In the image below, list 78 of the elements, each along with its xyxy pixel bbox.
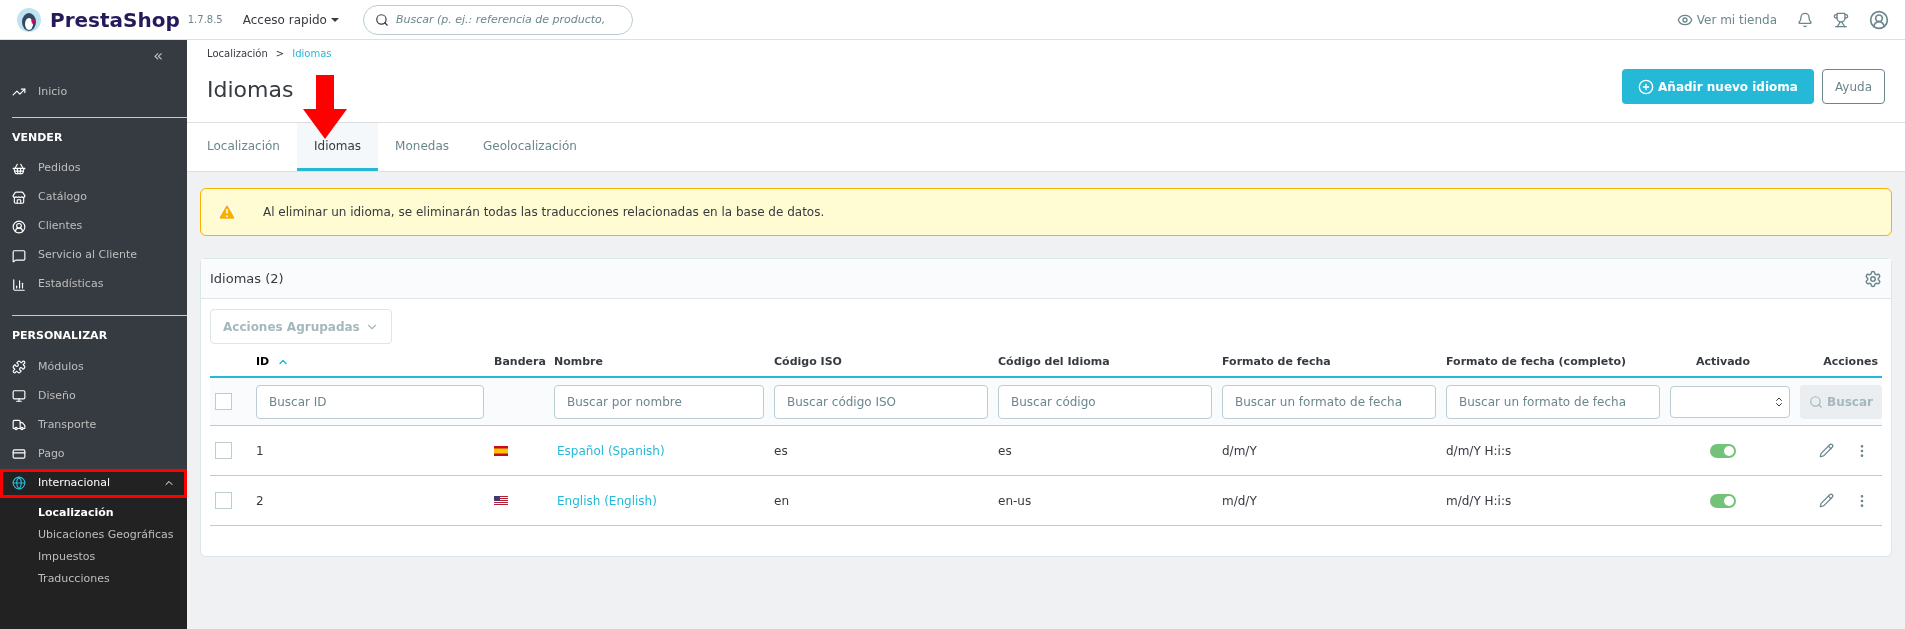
column-header[interactable]: Activado — [1670, 353, 1800, 371]
column-header[interactable]: Formato de fecha (completo) — [1446, 353, 1670, 371]
view-store-link[interactable]: Ver mi tienda — [1676, 10, 1777, 29]
page-title: Idiomas — [207, 76, 295, 104]
active-toggle[interactable] — [1710, 493, 1736, 508]
column-header[interactable]: Bandera — [494, 353, 554, 371]
submenu-item[interactable]: Traducciones — [0, 567, 187, 590]
section-heading: VENDER — [11, 129, 64, 146]
penguin-logo-icon — [16, 6, 42, 33]
card-title: Idiomas (2) — [210, 269, 284, 288]
filter-field[interactable]: Buscar un formato de fecha — [1222, 384, 1436, 419]
filter-field[interactable]: Buscar un formato de fecha — [1446, 384, 1660, 419]
column-header[interactable]: Formato de fecha — [1222, 353, 1446, 371]
edit-icon[interactable] — [1819, 442, 1834, 458]
column-header[interactable]: Acciones — [1800, 353, 1882, 371]
iso-code-cell-text: en — [774, 492, 790, 510]
notifications-icon[interactable] — [1797, 11, 1813, 28]
date-format-cell-text: d/m/Y — [1222, 442, 1258, 460]
nav-item[interactable]: Servicio al Cliente — [0, 241, 187, 270]
iso-code-cell-text: es — [774, 442, 789, 460]
warning-alert: Al eliminar un idioma, se eliminarán todas las traducciones relacionadas en la base de datos. — [200, 188, 1892, 236]
quick-access-dropdown[interactable]: Acceso rapido — [242, 10, 339, 29]
help-button[interactable]: Ayuda — [1821, 69, 1885, 104]
filter-field[interactable]: Buscar ID — [256, 384, 484, 419]
usa-flag-icon — [494, 495, 508, 506]
trophy-icon[interactable] — [1833, 11, 1849, 28]
nav-item[interactable]: Módulos — [0, 352, 187, 382]
filter-field[interactable]: Buscar código — [998, 384, 1212, 419]
nav-item[interactable]: Catálogo — [0, 183, 187, 212]
id-cell-text: 2 — [256, 492, 265, 510]
collapse-button[interactable]: « — [153, 44, 163, 68]
submenu-item[interactable]: Ubicaciones Geográficas — [0, 523, 187, 546]
filter-field[interactable]: Buscar código ISO — [774, 384, 988, 419]
spain-flag-icon — [494, 445, 508, 456]
submenu-item[interactable]: Impuestos — [0, 545, 187, 568]
tab[interactable]: Geolocalización — [466, 123, 594, 171]
column-header[interactable]: Código ISO — [774, 353, 998, 371]
column-header[interactable]: ID — [256, 353, 494, 371]
search-icon — [1809, 394, 1823, 409]
column-header[interactable]: Código del Idioma — [998, 353, 1222, 371]
nav-item[interactable]: Inicio — [38, 84, 68, 101]
tab[interactable]: Monedas — [378, 123, 466, 171]
tab[interactable]: Idiomas — [296, 123, 379, 171]
user-avatar-icon[interactable] — [1869, 9, 1889, 30]
filter-field[interactable]: Buscar por nombre — [554, 384, 764, 419]
row-checkbox[interactable] — [215, 442, 232, 459]
search-field[interactable]: Buscar (p. ej.: referencia de producto, — [362, 4, 633, 35]
row-checkbox[interactable] — [215, 492, 232, 509]
active-toggle[interactable] — [1710, 443, 1736, 458]
select-all-checkbox[interactable] — [215, 393, 232, 410]
full-date-format-cell-text: d/m/Y H:i:s — [1446, 442, 1513, 460]
submenu-item[interactable]: Localización — [0, 501, 187, 524]
version-label: 1.7.8.5 — [187, 13, 223, 27]
breadcrumb-link[interactable]: Localización — [207, 46, 268, 61]
column-header[interactable]: Nombre — [554, 353, 774, 371]
language-code-cell-text: es — [998, 442, 1013, 460]
nav-item[interactable]: Internacional — [0, 468, 187, 498]
nav-item[interactable]: Clientes — [0, 212, 187, 241]
nav-item[interactable]: Estadísticas — [0, 270, 187, 299]
nav-item[interactable]: Pedidos — [0, 154, 187, 183]
date-format-cell-text: m/d/Y — [1222, 492, 1258, 510]
caret-icon — [330, 17, 339, 22]
language-code-cell-text: en-us — [998, 492, 1033, 510]
warning-icon — [217, 202, 237, 222]
tab[interactable]: Localización — [190, 123, 297, 171]
nav-item[interactable]: Pago — [0, 439, 187, 469]
down-arrow-drawing — [303, 75, 347, 139]
full-date-format-cell-text: m/d/Y H:i:s — [1446, 492, 1513, 510]
select-arrows-icon — [1773, 395, 1785, 408]
plus-circle-icon — [1638, 78, 1655, 95]
nav-item[interactable]: Diseño — [0, 381, 187, 411]
breadcrumb-separator: > — [275, 47, 285, 61]
nav-item[interactable]: Transporte — [0, 410, 187, 440]
id-cell-text: 1 — [256, 442, 265, 460]
settings-icon[interactable] — [1864, 269, 1882, 288]
brand-name: PrestaShop — [50, 6, 180, 34]
edit-icon[interactable] — [1819, 492, 1834, 508]
section-heading: PERSONALIZAR — [11, 328, 109, 344]
